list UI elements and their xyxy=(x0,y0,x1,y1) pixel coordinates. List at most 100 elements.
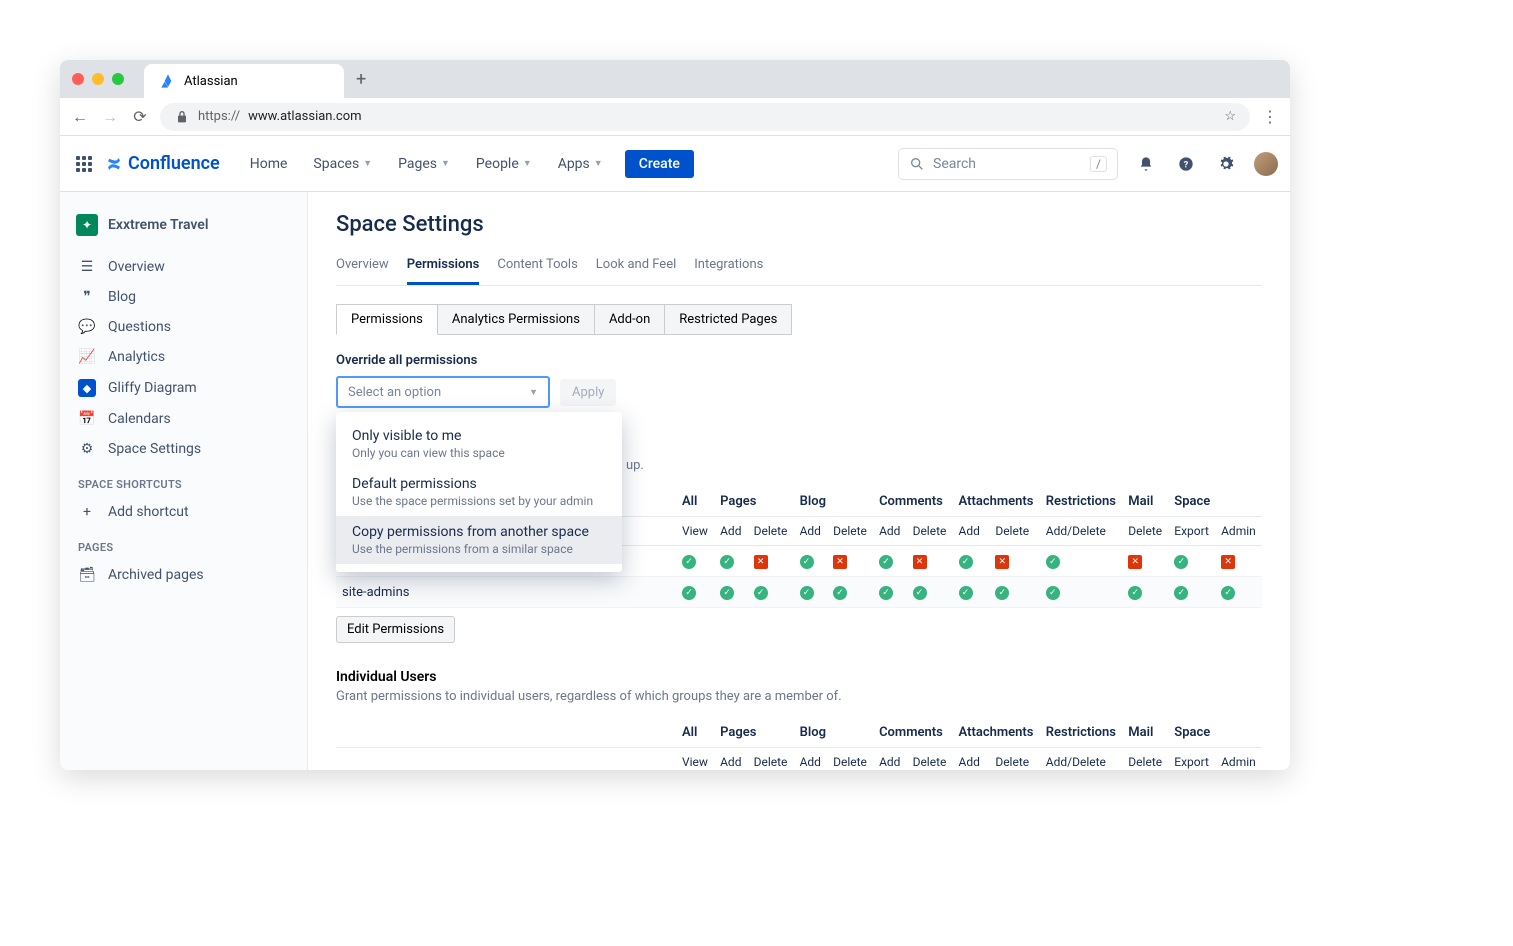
tab-look-feel[interactable]: Look and Feel xyxy=(596,251,676,285)
subtab-permissions[interactable]: Permissions xyxy=(336,304,438,335)
settings-button[interactable] xyxy=(1214,152,1238,176)
sidebar-analytics[interactable]: 📈Analytics xyxy=(70,342,297,372)
apply-button[interactable]: Apply xyxy=(560,379,616,406)
perm-cell: ✓ xyxy=(907,577,953,608)
browser-toolbar: ← → ⟳ https:// www.atlassian.com ☆ ⋮ xyxy=(60,98,1290,136)
lock-icon xyxy=(174,109,190,125)
bookmark-button[interactable]: ☆ xyxy=(1224,109,1236,124)
archived-pages[interactable]: 🗃Archived pages xyxy=(70,560,297,590)
forward-button[interactable]: → xyxy=(100,107,120,127)
address-bar[interactable]: https:// www.atlassian.com ☆ xyxy=(160,103,1250,131)
settings-tabs: Overview Permissions Content Tools Look … xyxy=(336,251,1262,286)
subtab-restricted[interactable]: Restricted Pages xyxy=(664,304,792,335)
url-protocol: https:// xyxy=(198,109,240,124)
option-copy[interactable]: Copy permissions from another space Use … xyxy=(336,516,622,564)
perm-cell: ✓ xyxy=(794,577,828,608)
override-select[interactable]: Select an option ▼ xyxy=(336,376,550,408)
reload-button[interactable]: ⟳ xyxy=(130,107,150,126)
perm-cell: ✕ xyxy=(907,546,953,577)
tab-overview[interactable]: Overview xyxy=(336,251,389,285)
tab-title: Atlassian xyxy=(184,74,238,89)
maximize-window-button[interactable] xyxy=(112,73,124,85)
nav-apps[interactable]: Apps▼ xyxy=(548,150,613,178)
permission-subtabs: Permissions Analytics Permissions Add-on… xyxy=(336,304,1262,335)
search-input[interactable]: Search / xyxy=(898,148,1118,180)
perm-cell: ✓ xyxy=(676,546,714,577)
perm-cell: ✓ xyxy=(989,577,1039,608)
users-title: Individual Users xyxy=(336,669,1262,685)
calendar-icon: 📅 xyxy=(78,411,96,427)
sidebar-blog[interactable]: ❞Blog xyxy=(70,282,297,312)
tab-content-tools[interactable]: Content Tools xyxy=(497,251,577,285)
users-table: All Pages Blog Comments Attachments Rest… xyxy=(336,718,1262,770)
option-only-me[interactable]: Only visible to me Only you can view thi… xyxy=(336,420,622,468)
perm-cell: ✓ xyxy=(1040,546,1123,577)
perm-cell: ✓ xyxy=(748,577,794,608)
url-host: www.atlassian.com xyxy=(248,109,361,124)
confluence-icon xyxy=(106,156,122,172)
perm-cell: ✓ xyxy=(714,546,748,577)
browser-menu-button[interactable]: ⋮ xyxy=(1260,107,1280,126)
atlassian-icon xyxy=(160,73,176,89)
close-window-button[interactable] xyxy=(72,73,84,85)
table-row: site-admins✓✓✓✓✓✓✓✓✓✓✓✓✓ xyxy=(336,577,1262,608)
option-default[interactable]: Default permissions Use the space permis… xyxy=(336,468,622,516)
user-avatar[interactable] xyxy=(1254,152,1278,176)
perm-cell: ✓ xyxy=(873,546,907,577)
tab-integrations[interactable]: Integrations xyxy=(694,251,763,285)
notifications-button[interactable] xyxy=(1134,152,1158,176)
nav-home[interactable]: Home xyxy=(240,150,298,178)
svg-text:?: ? xyxy=(1184,159,1189,170)
perm-cell: ✕ xyxy=(748,546,794,577)
nav-pages[interactable]: Pages▼ xyxy=(388,150,460,178)
sidebar-gliffy[interactable]: ◆Gliffy Diagram xyxy=(70,372,297,404)
perm-cell: ✓ xyxy=(827,577,873,608)
nav-spaces[interactable]: Spaces▼ xyxy=(303,150,382,178)
perm-cell: ✓ xyxy=(1215,577,1262,608)
subtab-addon[interactable]: Add-on xyxy=(594,304,665,335)
perm-cell: ✓ xyxy=(714,577,748,608)
subtab-analytics[interactable]: Analytics Permissions xyxy=(437,304,595,335)
perm-cell: ✕ xyxy=(1122,546,1168,577)
sidebar-calendars[interactable]: 📅Calendars xyxy=(70,404,297,434)
sidebar-questions[interactable]: 💬Questions xyxy=(70,312,297,342)
perm-cell: ✓ xyxy=(1168,577,1215,608)
row-name: site-admins xyxy=(336,577,676,608)
help-button[interactable]: ? xyxy=(1174,152,1198,176)
nav-people[interactable]: People▼ xyxy=(466,150,542,178)
minimize-window-button[interactable] xyxy=(92,73,104,85)
add-shortcut-button[interactable]: +Add shortcut xyxy=(70,497,297,527)
perm-cell: ✓ xyxy=(794,546,828,577)
blog-icon: ❞ xyxy=(78,289,96,305)
override-dropdown: Only visible to me Only you can view thi… xyxy=(336,412,622,572)
edit-permissions-button[interactable]: Edit Permissions xyxy=(336,616,455,643)
perm-cell: ✓ xyxy=(676,577,714,608)
chevron-down-icon: ▼ xyxy=(529,387,538,398)
search-icon xyxy=(909,156,925,172)
app-header: Confluence Home Spaces▼ Pages▼ People▼ A… xyxy=(60,136,1290,192)
sidebar-overview[interactable]: ☰Overview xyxy=(70,252,297,282)
perm-cell: ✓ xyxy=(953,546,990,577)
app-switcher-button[interactable] xyxy=(72,152,96,176)
window-titlebar: Atlassian + xyxy=(60,60,1290,98)
new-tab-button[interactable]: + xyxy=(356,69,366,90)
users-desc: Grant permissions to individual users, r… xyxy=(336,689,1262,704)
browser-tab[interactable]: Atlassian xyxy=(144,64,344,98)
perm-cell: ✓ xyxy=(873,577,907,608)
back-button[interactable]: ← xyxy=(70,107,90,127)
perm-cell: ✕ xyxy=(1215,546,1262,577)
perm-cell: ✓ xyxy=(1040,577,1123,608)
override-label: Override all permissions xyxy=(336,353,1262,368)
space-icon: ✦ xyxy=(76,214,98,236)
plus-icon: + xyxy=(78,504,96,520)
space-header[interactable]: ✦ Exxtreme Travel xyxy=(70,208,297,242)
perm-cell: ✓ xyxy=(1122,577,1168,608)
create-button[interactable]: Create xyxy=(625,150,694,178)
perm-cell: ✕ xyxy=(989,546,1039,577)
sidebar-space-settings[interactable]: ⚙Space Settings xyxy=(70,434,297,464)
tab-permissions[interactable]: Permissions xyxy=(407,251,480,285)
confluence-logo[interactable]: Confluence xyxy=(106,153,220,174)
shortcuts-heading: SPACE SHORTCUTS xyxy=(70,464,297,497)
archive-icon: 🗃 xyxy=(78,567,96,583)
gliffy-icon: ◆ xyxy=(78,379,96,397)
